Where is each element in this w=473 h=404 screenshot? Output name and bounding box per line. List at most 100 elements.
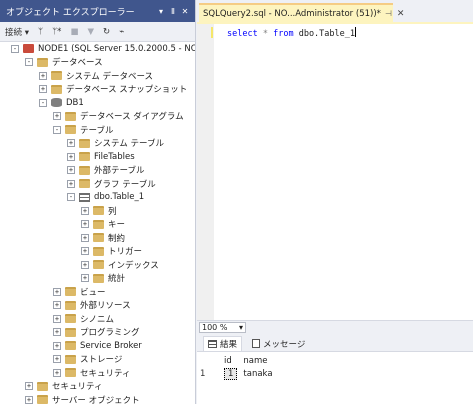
collapse-icon[interactable]: - — [39, 98, 47, 107]
expand-icon[interactable]: + — [67, 139, 75, 148]
tree-node[interactable]: + ビュー — [0, 285, 195, 299]
pin-icon[interactable]: Ⅱ — [167, 7, 179, 16]
dropdown-icon[interactable]: ▾ — [155, 7, 167, 16]
object-explorer-title-bar: オブジェクト エクスプローラー ▾ Ⅱ ✕ — [0, 0, 195, 22]
tree-node[interactable]: - テーブル — [0, 123, 195, 137]
tree-node[interactable]: + システム データベース — [0, 69, 195, 83]
header-row: id name — [197, 354, 280, 367]
stop-icon[interactable]: ■ — [68, 24, 80, 40]
tree-node[interactable]: + ストレージ — [0, 353, 195, 367]
tree-node[interactable]: - NODE1 (SQL Server 15.0.2000.5 - NODE — [0, 42, 195, 56]
tree-node[interactable]: + 外部テーブル — [0, 164, 195, 178]
expand-icon[interactable]: + — [53, 112, 61, 121]
expand-icon[interactable]: + — [81, 206, 89, 215]
tree-node[interactable]: + FileTables — [0, 150, 195, 164]
tree-node-label: 統計 — [108, 274, 126, 285]
tree-node-label: 制約 — [108, 233, 126, 244]
disconnect-icon[interactable]: ᛘ* — [50, 24, 63, 40]
filter-icon[interactable]: ▼ — [85, 24, 96, 40]
folder-icon — [93, 206, 104, 216]
expand-icon[interactable]: + — [53, 355, 61, 364]
expand-icon[interactable]: + — [67, 179, 75, 188]
tree-node-label: FileTables — [94, 151, 135, 162]
expand-icon[interactable]: + — [25, 382, 33, 391]
expand-icon[interactable]: + — [53, 368, 61, 377]
expand-icon[interactable]: + — [53, 314, 61, 323]
tree-node[interactable]: + サーバー オブジェクト — [0, 393, 195, 404]
folder-icon — [37, 395, 48, 404]
tree-node-label: Service Broker — [80, 340, 142, 351]
expand-icon[interactable]: + — [67, 152, 75, 161]
tree-node[interactable]: + セキュリティ — [0, 366, 195, 380]
activity-monitor-icon[interactable]: ⌁ — [117, 24, 126, 40]
folder-icon — [65, 354, 76, 364]
change-marker — [211, 27, 213, 38]
expand-icon[interactable]: + — [81, 233, 89, 242]
expand-icon[interactable]: + — [67, 166, 75, 175]
tree-node[interactable]: + プログラミング — [0, 326, 195, 340]
editor-pane: SQLQuery2.sql - NO...Administrator (51))… — [197, 0, 473, 404]
column-header-name[interactable]: name — [240, 354, 280, 367]
expand-icon[interactable]: + — [53, 328, 61, 337]
expand-icon[interactable]: + — [39, 71, 47, 80]
close-tab-icon[interactable]: ✕ — [397, 9, 405, 19]
expand-icon[interactable]: + — [53, 287, 61, 296]
tree-node[interactable]: - データベース — [0, 56, 195, 70]
refresh-icon[interactable]: ↻ — [101, 24, 112, 40]
tree-node[interactable]: + キー — [0, 218, 195, 232]
tree-node[interactable]: + 列 — [0, 204, 195, 218]
column-header-id[interactable]: id — [221, 354, 240, 367]
object-explorer-toolbar: 接続 ▾ ᛘ ᛘ* ■ ▼ ↻ ⌁ — [0, 22, 195, 42]
server-icon — [23, 44, 34, 54]
tree-node[interactable]: + インデックス — [0, 258, 195, 272]
expand-icon[interactable]: + — [81, 220, 89, 229]
tree-node[interactable]: + データベース スナップショット — [0, 83, 195, 97]
tree-node[interactable]: + 外部リソース — [0, 299, 195, 313]
tree-node[interactable]: + セキュリティ — [0, 380, 195, 394]
cell-id[interactable]: 1 — [221, 367, 240, 380]
folder-icon — [79, 152, 90, 162]
tab-results[interactable]: 結果 — [203, 336, 243, 351]
close-icon[interactable]: ✕ — [179, 7, 191, 16]
tree-node[interactable]: + システム テーブル — [0, 137, 195, 151]
tree-node[interactable]: + 統計 — [0, 272, 195, 286]
connect-plug-icon[interactable]: ᛘ — [36, 24, 45, 40]
tab-messages[interactable]: メッセージ — [248, 336, 309, 351]
expand-icon[interactable]: + — [81, 247, 89, 256]
tree-node[interactable]: + グラフ テーブル — [0, 177, 195, 191]
folder-icon — [65, 300, 76, 310]
collapse-icon[interactable]: - — [11, 44, 19, 53]
collapse-icon[interactable]: - — [25, 58, 33, 67]
row-number[interactable]: 1 — [197, 367, 221, 380]
connect-button[interactable]: 接続 ▾ — [3, 24, 31, 40]
keyword-select: select — [227, 29, 258, 39]
expand-icon[interactable]: + — [53, 301, 61, 310]
tab-sqlquery2[interactable]: SQLQuery2.sql - NO...Administrator (51))… — [199, 3, 404, 22]
tree-node-label: プログラミング — [80, 328, 140, 339]
tab-results-label: 結果 — [220, 340, 238, 350]
tree-node[interactable]: + シノニム — [0, 312, 195, 326]
cell-name[interactable]: tanaka — [240, 367, 280, 380]
results-grid: id name 1 1 tanaka — [197, 352, 473, 404]
zoom-dropdown[interactable]: 100 % ▾ — [199, 322, 246, 333]
collapse-icon[interactable]: - — [53, 125, 61, 134]
expand-icon[interactable]: + — [25, 395, 33, 404]
tree-node[interactable]: + データベース ダイアグラム — [0, 110, 195, 124]
tree-node[interactable]: - dbo.Table_1 — [0, 191, 195, 205]
query-editor[interactable]: select * from dbo.Table_1 — [197, 22, 473, 320]
collapse-icon[interactable]: - — [67, 193, 75, 202]
row-header-corner[interactable] — [197, 354, 221, 367]
pin-icon[interactable]: ⊣ — [385, 9, 392, 18]
tree-node[interactable]: - DB1 — [0, 96, 195, 110]
expand-icon[interactable]: + — [81, 260, 89, 269]
expand-icon[interactable]: + — [53, 341, 61, 350]
tree-node[interactable]: + 制約 — [0, 231, 195, 245]
folder-icon — [51, 84, 62, 94]
expand-icon[interactable]: + — [39, 85, 47, 94]
folder-icon — [65, 125, 76, 135]
tree-node[interactable]: + Service Broker — [0, 339, 195, 353]
table-identifier: dbo.Table_1 — [298, 29, 355, 39]
tree-node[interactable]: + トリガー — [0, 245, 195, 259]
tree-node-label: 外部テーブル — [94, 166, 145, 177]
expand-icon[interactable]: + — [81, 274, 89, 283]
